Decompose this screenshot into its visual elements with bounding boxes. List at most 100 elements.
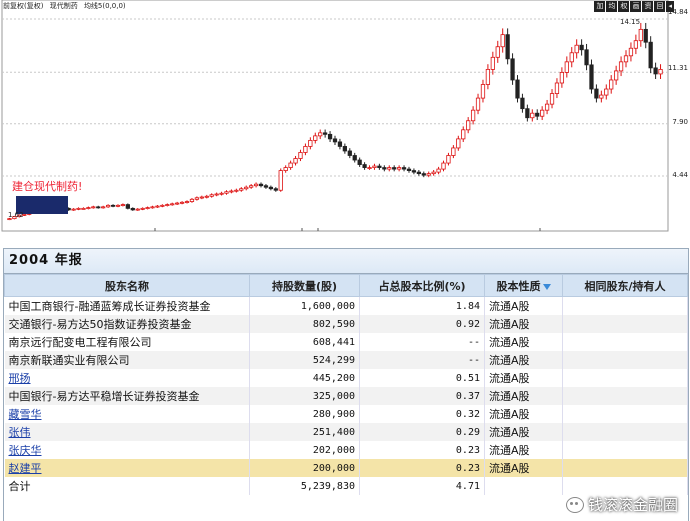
cell-holder-name: 南京新联通实业有限公司 (4, 351, 250, 369)
watermark-text: 钱滚滚金融圈 (587, 496, 678, 514)
cell-nature: 流通A股 (484, 315, 563, 333)
candle-body (120, 204, 126, 206)
cell-ratio: 0.29 (359, 423, 485, 441)
candle-body (204, 195, 209, 198)
candle-body (165, 204, 170, 206)
candle-body (258, 183, 264, 187)
cell-ratio: 0.23 (359, 441, 485, 459)
cell-nature: 流通A股 (484, 423, 563, 441)
cell-ratio: -- (359, 333, 485, 351)
price-label-7-90: 7.90 (672, 118, 688, 126)
table-row[interactable]: 张庆华 202,000 0.23 流通A股 (4, 441, 688, 459)
candle-body (229, 190, 234, 193)
candle-body (510, 58, 515, 81)
cell-nature: 流通A股 (484, 369, 563, 387)
sort-down-icon[interactable] (542, 283, 551, 290)
candle-body (105, 204, 111, 208)
toolbar-button-back[interactable]: 回 (654, 1, 666, 12)
column-header-nature[interactable]: 股本性质 (484, 274, 563, 297)
candle-body (401, 167, 407, 170)
toolbar-button-info[interactable]: 资 (642, 1, 654, 12)
toolbar-button-ma[interactable]: 均 (606, 1, 618, 12)
cell-shares: 1,600,000 (249, 296, 360, 315)
candle-body (179, 201, 185, 204)
candle-body (436, 168, 441, 173)
table-row[interactable]: 中国工商银行-融通蓝筹成长证券投资基金 1,600,000 1.84 流通A股 (4, 296, 688, 315)
table-row[interactable]: 邢扬 445,200 0.51 流通A股 (4, 369, 688, 387)
column-header-nature-label: 股本性质 (496, 279, 541, 293)
chart-toolbar: 加 均 权 画 资 回 ◂ (594, 1, 674, 12)
candle-body (579, 44, 584, 51)
toolbar-button-right[interactable]: 权 (618, 1, 630, 12)
candle-body (115, 204, 121, 207)
cell-ratio: 0.92 (359, 315, 485, 333)
toolbar-button-draw[interactable]: 画 (630, 1, 642, 12)
candle-body (337, 141, 343, 147)
cell-same-holder (562, 315, 688, 333)
candle-body (525, 108, 530, 119)
chart-header-ma[interactable]: 均线5(0,0,0) (84, 2, 126, 10)
candle-body (589, 64, 594, 90)
candle-body (456, 138, 461, 149)
cell-holder-name: 张伟 (4, 423, 250, 441)
holder-link[interactable]: 邢扬 (9, 372, 31, 385)
candle-body (466, 120, 471, 131)
candle-body (101, 206, 106, 209)
cell-ratio: 1.84 (359, 296, 485, 315)
candle-body (175, 202, 180, 205)
candle-body (253, 183, 259, 187)
wechat-icon (565, 496, 584, 513)
chart-header-stock: 现代制药 (49, 2, 78, 10)
candle-body (91, 206, 96, 209)
candle-body (530, 112, 535, 119)
candle-body (145, 207, 150, 210)
candle-body (224, 191, 229, 194)
table-row[interactable]: 赵建平 200,000 0.23 流通A股 (4, 459, 688, 477)
table-row[interactable]: 合计 5,239,830 4.71 (4, 477, 688, 495)
candle-body (520, 97, 525, 110)
candle-body (446, 155, 451, 164)
candle-body (298, 152, 303, 159)
toolbar-button-add[interactable]: 加 (594, 1, 606, 12)
holder-link[interactable]: 藏雪华 (9, 408, 42, 421)
table-row[interactable]: 交通银行-易方达50指数证券投资基金 802,590 0.92 流通A股 (4, 315, 688, 333)
cell-same-holder (562, 296, 688, 315)
price-label-14-84: 14.84 (667, 8, 688, 16)
cell-holder-name: 邢扬 (4, 369, 250, 387)
kline-chart[interactable] (0, 0, 690, 232)
cell-same-holder (562, 405, 688, 423)
candle-body (441, 162, 446, 170)
holder-link[interactable]: 赵建平 (9, 462, 42, 475)
column-header-shares[interactable]: 持股数量(股) (249, 274, 360, 297)
table-row[interactable]: 张伟 251,400 0.29 流通A股 (4, 423, 688, 441)
candle-body (76, 207, 81, 210)
shareholder-report-panel: 2004 年报 股东名称 持股数量(股) 占总股本比例(%) 股本性质 相同股东… (3, 248, 689, 521)
candle-body (431, 171, 436, 175)
candle-body (352, 155, 357, 161)
candle-body (288, 162, 293, 168)
candle-body (372, 165, 377, 168)
chart-header-adjust[interactable]: 前复权(复权) (3, 2, 43, 10)
candle-body (461, 129, 466, 140)
candle-body (81, 207, 86, 210)
cell-ratio: 0.51 (359, 369, 485, 387)
cell-same-holder (562, 459, 688, 477)
candle-body (633, 40, 638, 49)
candle-body (184, 201, 190, 203)
holder-link[interactable]: 张庆华 (9, 444, 42, 457)
cell-same-holder (562, 477, 688, 495)
table-row[interactable]: 中国银行-易方达平稳增长证券投资基金 325,000 0.37 流通A股 (4, 387, 688, 405)
candle-body (303, 146, 308, 153)
kline-chart-panel[interactable]: 前复权(复权) 现代制药 均线5(0,0,0) 加 均 权 画 资 回 ◂ 14… (0, 0, 690, 232)
cell-shares: 5,239,830 (249, 477, 360, 495)
column-header-same-holder[interactable]: 相同股东/持有人 (562, 274, 688, 297)
table-row[interactable]: 藏雪华 280,900 0.32 流通A股 (4, 405, 688, 423)
column-header-name[interactable]: 股东名称 (4, 274, 250, 297)
holder-link[interactable]: 张伟 (9, 426, 31, 439)
cell-shares: 325,000 (249, 387, 360, 405)
candle-body (214, 193, 219, 196)
table-row[interactable]: 南京新联通实业有限公司 524,299 -- 流通A股 (4, 351, 688, 369)
candle-body (249, 185, 254, 188)
column-header-ratio[interactable]: 占总股本比例(%) (359, 274, 485, 297)
table-row[interactable]: 南京远行配变电工程有限公司 608,441 -- 流通A股 (4, 333, 688, 351)
